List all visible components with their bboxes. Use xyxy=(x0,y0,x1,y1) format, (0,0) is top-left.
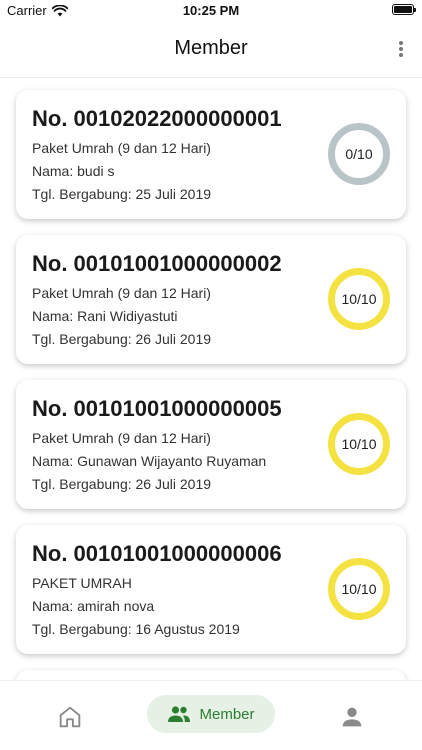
status-time: 10:25 PM xyxy=(182,3,240,18)
status-bar: Carrier 10:25 PM xyxy=(0,0,422,22)
member-package: Paket Umrah (9 dan 12 Hari) xyxy=(32,140,211,156)
progress-ring: 0/10 xyxy=(328,123,390,185)
member-number: No. 00102022000000001 xyxy=(32,106,282,131)
member-card-partial[interactable] xyxy=(16,670,406,680)
member-list[interactable]: No. 00102022000000001 Paket Umrah (9 dan… xyxy=(0,78,422,680)
member-package: PAKET UMRAH xyxy=(32,575,132,591)
nav-home[interactable] xyxy=(56,703,84,731)
member-card[interactable]: No. 00102022000000001 Paket Umrah (9 dan… xyxy=(16,90,406,219)
home-icon xyxy=(59,706,81,728)
member-name: Nama: budi s xyxy=(32,163,115,179)
member-number: No. 00101001000000002 xyxy=(32,251,282,276)
app-header: Member xyxy=(0,22,422,78)
progress-ring: 10/10 xyxy=(328,268,390,330)
progress-label: 10/10 xyxy=(341,291,377,307)
progress-label: 0/10 xyxy=(345,146,373,162)
member-package: Paket Umrah (9 dan 12 Hari) xyxy=(32,430,211,446)
member-number: No. 00101001000000006 xyxy=(32,541,282,566)
member-card[interactable]: No. 00101001000000002 Paket Umrah (9 dan… xyxy=(16,235,406,364)
people-icon xyxy=(168,706,191,722)
nav-member[interactable]: Member xyxy=(147,695,275,733)
progress-ring: 10/10 xyxy=(328,558,390,620)
member-card[interactable]: No. 00101001000000006 PAKET UMRAH Nama: … xyxy=(16,525,406,654)
page-title: Member xyxy=(174,37,248,59)
member-package: Paket Umrah (9 dan 12 Hari) xyxy=(32,285,211,301)
bottom-nav: Member xyxy=(0,680,422,750)
member-name: Nama: amirah nova xyxy=(32,598,155,614)
member-screen: Carrier 10:25 PM Member No. 001020220000… xyxy=(0,0,422,750)
member-join-date: Tgl. Bergabung: 16 Agustus 2019 xyxy=(32,621,240,637)
member-join-date: Tgl. Bergabung: 26 Juli 2019 xyxy=(32,331,212,347)
member-join-date: Tgl. Bergabung: 25 Juli 2019 xyxy=(32,186,212,202)
battery-icon xyxy=(392,4,416,15)
progress-label: 10/10 xyxy=(341,436,377,452)
progress-label: 10/10 xyxy=(341,581,377,597)
member-card[interactable]: No. 00101001000000005 Paket Umrah (9 dan… xyxy=(16,380,406,509)
nav-member-label: Member xyxy=(199,705,255,723)
member-join-date: Tgl. Bergabung: 26 Juli 2019 xyxy=(32,476,212,492)
member-number: No. 00101001000000005 xyxy=(32,396,282,421)
member-name: Nama: Gunawan Wijayanto Ruyaman xyxy=(32,453,267,469)
nav-profile[interactable] xyxy=(338,703,366,731)
member-name: Nama: Rani Widiyastuti xyxy=(32,308,178,324)
person-icon xyxy=(342,707,362,727)
more-vertical-icon[interactable] xyxy=(396,39,406,59)
progress-ring: 10/10 xyxy=(328,413,390,475)
